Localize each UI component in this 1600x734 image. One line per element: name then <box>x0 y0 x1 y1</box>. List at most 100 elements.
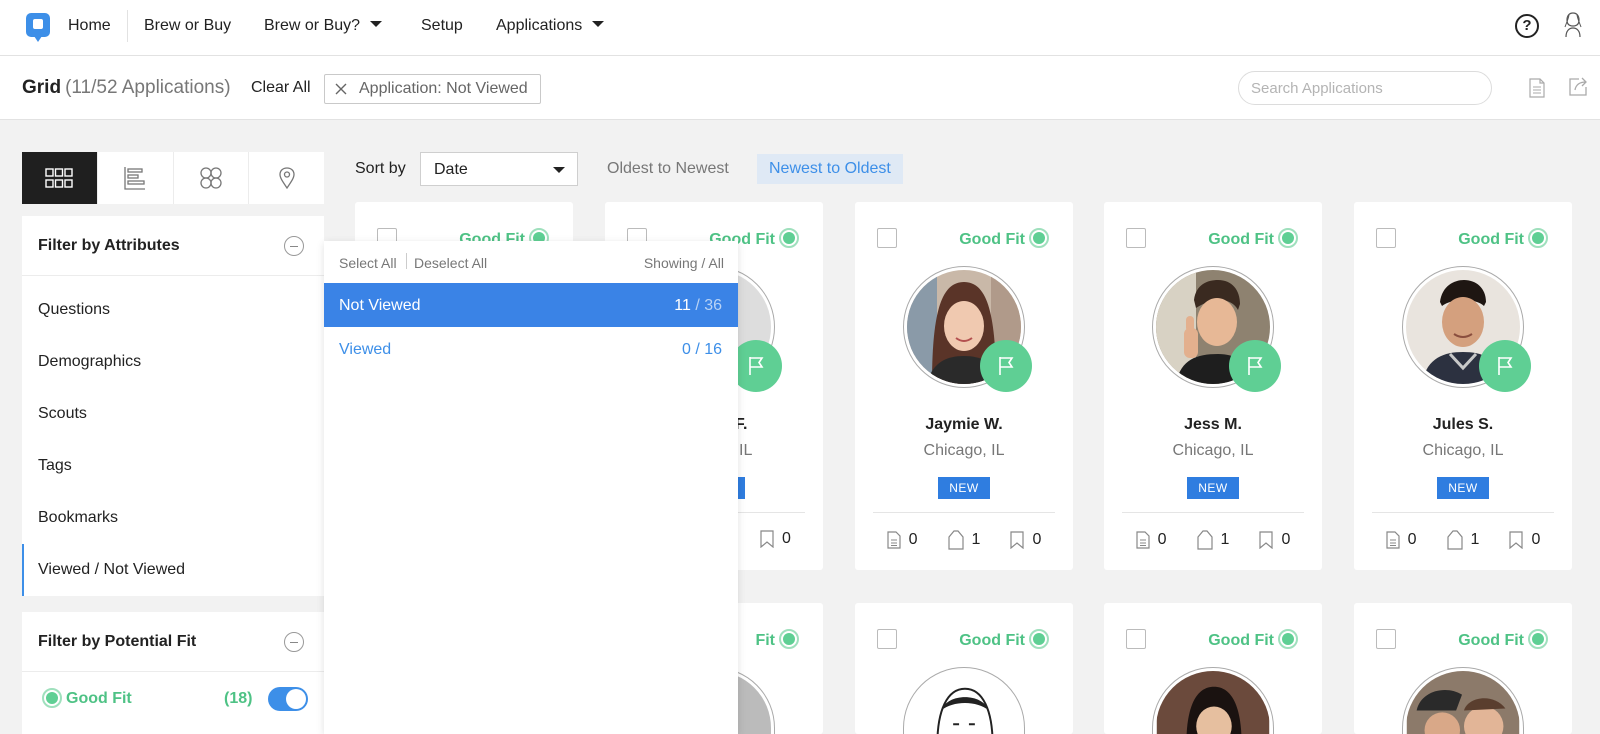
filter-item-label: Questions <box>38 301 111 318</box>
bookmark-stat: 0 <box>760 530 791 548</box>
app-logo-icon[interactable] <box>26 13 50 42</box>
document-icon[interactable] <box>1386 531 1400 549</box>
new-badge: NEW <box>938 477 990 499</box>
applicant-photo <box>903 667 1025 734</box>
sort-newest-button[interactable]: Newest to Oldest <box>757 154 903 184</box>
option-label: Viewed <box>339 341 392 358</box>
filter-fit-title: Filter by Potential Fit <box>38 633 197 650</box>
sort-select[interactable]: Date <box>420 152 578 186</box>
card-stats: 0 1 0 <box>855 530 1073 550</box>
dropdown-option-not-viewed[interactable]: Not Viewed 11 / 36 <box>324 283 738 327</box>
bookmark-icon[interactable] <box>760 530 774 548</box>
grid-icon <box>45 168 74 188</box>
filter-item-bookmarks[interactable]: Bookmarks <box>22 492 324 544</box>
tag-icon[interactable] <box>1446 530 1463 550</box>
applicant-photo-image <box>907 671 1021 734</box>
nav-home[interactable]: Home <box>68 17 111 35</box>
collapse-icon[interactable] <box>284 632 304 652</box>
flag-icon[interactable] <box>1479 340 1531 392</box>
applicant-name: Jaymie W. <box>925 416 1003 433</box>
applicant-card[interactable]: Good Fit <box>1104 603 1322 734</box>
flag-icon[interactable] <box>1229 340 1281 392</box>
bookmark-icon[interactable] <box>1509 531 1524 549</box>
good-fit-filter: Good Fit (18) <box>22 672 324 728</box>
document-icon[interactable] <box>887 531 901 549</box>
card-fit-label: Good Fit <box>959 231 1025 248</box>
search-input[interactable] <box>1238 71 1492 105</box>
clear-all-button[interactable]: Clear All <box>251 79 311 97</box>
option-count-total: / 36 <box>695 297 722 314</box>
card-checkbox[interactable] <box>1376 629 1396 649</box>
document-icon[interactable] <box>1136 531 1150 549</box>
new-badge: NEW <box>1437 477 1489 499</box>
help-icon[interactable]: ? <box>1515 14 1539 38</box>
active-filter-chip[interactable]: Application: Not Viewed <box>324 74 541 104</box>
document-icon[interactable] <box>1528 78 1546 98</box>
grid-view-button[interactable] <box>22 152 98 204</box>
chevron-down-icon <box>370 21 383 27</box>
nav-applications-menu[interactable]: Applications <box>496 17 605 35</box>
map-view-button[interactable] <box>249 152 324 204</box>
filter-item-demographics[interactable]: Demographics <box>22 336 324 388</box>
applicant-card[interactable]: Good Fit Jess M. Chicago, IL NEW 0 1 0 <box>1104 202 1322 570</box>
bookmark-count: 0 <box>1281 531 1291 548</box>
tag-icon[interactable] <box>1196 530 1213 550</box>
fit-dot-icon <box>1528 228 1548 248</box>
filter-fit-header: Filter by Potential Fit <box>22 612 324 672</box>
new-badge: NEW <box>1187 477 1239 499</box>
card-checkbox[interactable] <box>1126 629 1146 649</box>
filter-item-scouts[interactable]: Scouts <box>22 388 324 440</box>
card-checkbox[interactable] <box>1376 228 1396 248</box>
nav-divider <box>127 10 128 42</box>
card-checkbox[interactable] <box>877 228 897 248</box>
applicant-card[interactable]: Good Fit Jaymie W. Chicago, IL NEW 0 1 0 <box>855 202 1073 570</box>
chevron-down-icon <box>553 167 565 173</box>
deselect-all-link[interactable]: Deselect All <box>414 255 487 271</box>
bookmark-stat: 0 <box>1259 530 1290 550</box>
sub-header: Grid (11/52 Applications) Clear All Appli… <box>0 56 1600 120</box>
close-icon[interactable] <box>335 83 347 95</box>
card-fit-label: Good Fit <box>1458 632 1524 649</box>
card-checkbox[interactable] <box>877 629 897 649</box>
applicant-card[interactable]: Good Fit Jules S. Chicago, IL NEW 0 1 0 <box>1354 202 1572 570</box>
applicant-name: Jess M. <box>1184 416 1242 433</box>
dropdown-option-viewed[interactable]: Viewed 0 / 16 <box>324 327 738 371</box>
chevron-down-icon <box>592 21 605 27</box>
card-stats: 0 1 0 <box>1104 530 1322 550</box>
application-count: (11/52 Applications) <box>65 77 231 98</box>
filter-item-tags[interactable]: Tags <box>22 440 324 492</box>
list-view-button[interactable] <box>98 152 174 204</box>
export-icon[interactable] <box>1567 76 1589 98</box>
applicant-card[interactable]: Good Fit <box>855 603 1073 734</box>
tag-count: 1 <box>1470 531 1480 548</box>
card-fit-label: Fit <box>755 632 775 649</box>
applicant-photo <box>1152 667 1274 734</box>
tag-stat: 1 <box>1196 530 1229 550</box>
nav-brew-or-buy[interactable]: Brew or Buy <box>144 17 231 35</box>
bookmark-icon[interactable] <box>1010 531 1025 549</box>
bookmark-icon[interactable] <box>1259 531 1274 549</box>
list-icon <box>124 167 146 190</box>
filter-item-questions[interactable]: Questions <box>22 284 324 336</box>
sort-oldest-button[interactable]: Oldest to Newest <box>607 160 729 178</box>
good-fit-toggle[interactable] <box>268 687 308 711</box>
card-checkbox[interactable] <box>1126 228 1146 248</box>
select-all-link[interactable]: Select All <box>339 255 397 271</box>
good-fit-count: (18) <box>224 690 253 707</box>
document-count: 0 <box>908 531 918 548</box>
applicant-location: Chicago, IL <box>923 442 1005 459</box>
user-avatar-icon[interactable] <box>1562 10 1584 38</box>
flag-icon[interactable] <box>980 340 1032 392</box>
filter-item-label: Demographics <box>38 353 142 370</box>
applicant-card[interactable]: Good Fit <box>1354 603 1572 734</box>
collapse-icon[interactable] <box>284 236 304 256</box>
applicant-name: Jules S. <box>1432 416 1494 433</box>
nav-setup[interactable]: Setup <box>421 17 463 35</box>
sort-select-value: Date <box>434 161 468 178</box>
card-fit-label: Good Fit <box>1458 231 1524 248</box>
filter-attributes-panel: Filter by Attributes Questions Demograph… <box>22 216 324 596</box>
nav-brew-or-buy-menu[interactable]: Brew or Buy? <box>264 17 383 35</box>
tag-icon[interactable] <box>947 530 964 550</box>
cluster-view-button[interactable] <box>174 152 250 204</box>
filter-item-viewed[interactable]: Viewed / Not Viewed <box>22 544 324 596</box>
